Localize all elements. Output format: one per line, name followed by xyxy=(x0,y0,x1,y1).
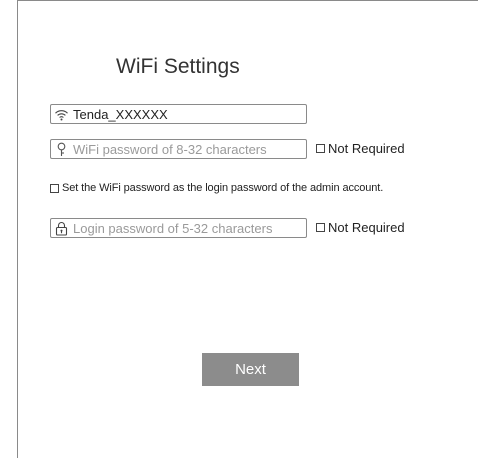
checkbox[interactable] xyxy=(50,183,59,193)
login-password-not-required[interactable]: Not Required xyxy=(316,220,405,235)
checkbox[interactable] xyxy=(316,223,325,232)
wifi-name-field[interactable]: Tenda_XXXXXX xyxy=(50,104,307,124)
wifi-name-value: Tenda_XXXXXX xyxy=(73,106,168,122)
wifi-password-field[interactable]: WiFi password of 8-32 characters xyxy=(50,139,307,159)
login-password-placeholder: Login password of 5-32 characters xyxy=(73,220,273,236)
not-required-label: Not Required xyxy=(328,141,405,156)
page-title: WiFi Settings xyxy=(116,55,240,78)
wifi-password-placeholder: WiFi password of 8-32 characters xyxy=(73,141,267,157)
login-password-field[interactable]: Login password of 5-32 characters xyxy=(50,218,307,238)
wifi-icon xyxy=(54,107,69,122)
wifi-password-not-required[interactable]: Not Required xyxy=(316,141,405,156)
checkbox[interactable] xyxy=(316,144,325,153)
same-password-label: Set the WiFi password as the login passw… xyxy=(62,182,384,194)
not-required-label: Not Required xyxy=(328,220,405,235)
lock-icon xyxy=(54,221,69,236)
same-password-option[interactable]: Set the WiFi password as the login passw… xyxy=(50,182,383,194)
key-icon xyxy=(54,142,69,157)
next-button[interactable]: Next xyxy=(202,353,299,386)
